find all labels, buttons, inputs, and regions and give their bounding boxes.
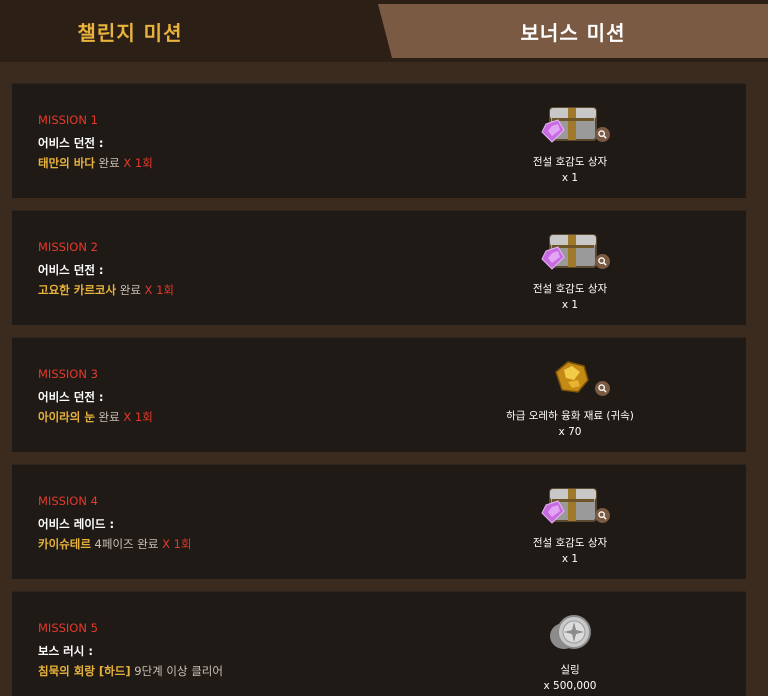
reward-name: 하급 오레하 융화 재료 (귀속) xyxy=(506,410,634,422)
chest-icon xyxy=(538,98,610,150)
reward: 전설 호감도 상자 x 1 xyxy=(482,98,658,184)
mission-info: MISSION 5 보스 러시 : 침묵의 회랑 [하드] 9단계 이상 클리어 xyxy=(38,621,223,679)
mission-description: 카이슈테르 4페이즈 완료 X 1회 xyxy=(38,536,192,552)
reward: 실링 x 500,000 xyxy=(482,606,658,692)
mission-card: MISSION 4 어비스 레이드 : 카이슈테르 4페이즈 완료 X 1회 전… xyxy=(12,464,746,579)
silver-coin-icon xyxy=(538,606,602,658)
mission-type: 어비스 던전 : xyxy=(38,136,104,150)
reward-name: 전설 호감도 상자 xyxy=(532,283,608,295)
mission-target: 태만의 바다 xyxy=(38,156,95,170)
mission-target: 침묵의 회랑 [하드] xyxy=(38,664,131,678)
tab-bonus-label: 보너스 미션 xyxy=(520,20,626,45)
reward: 전설 호감도 상자 x 1 xyxy=(482,479,658,565)
mission-card: MISSION 3 어비스 던전 : 아이라의 눈 완료 X 1회 하급 오레하… xyxy=(12,337,746,452)
mission-label: MISSION 1 xyxy=(38,113,98,127)
mission-condition: 완료 xyxy=(94,156,120,170)
mission-type: 어비스 레이드 : xyxy=(38,517,115,531)
mission-count: X 1회 xyxy=(140,283,174,297)
mission-target: 카이슈테르 xyxy=(38,537,91,551)
mission-label: MISSION 5 xyxy=(38,621,98,635)
mission-count: X 1회 xyxy=(119,156,153,170)
ore-icon xyxy=(538,352,610,404)
reward-name: 전설 호감도 상자 xyxy=(532,156,608,168)
reward-name: 실링 xyxy=(560,664,580,676)
mission-condition: 완료 xyxy=(116,283,141,297)
magnifier-icon[interactable] xyxy=(595,508,610,523)
mission-label: MISSION 4 xyxy=(38,494,98,508)
magnifier-icon[interactable] xyxy=(595,254,610,269)
mission-label: MISSION 2 xyxy=(38,240,98,254)
mission-label: MISSION 3 xyxy=(38,367,98,381)
mission-info: MISSION 4 어비스 레이드 : 카이슈테르 4페이즈 완료 X 1회 xyxy=(38,494,192,552)
mission-target: 아이라의 눈 xyxy=(38,410,95,424)
mission-description: 아이라의 눈 완료 X 1회 xyxy=(38,409,153,425)
mission-count: X 1회 xyxy=(119,410,153,424)
reward: 하급 오레하 융화 재료 (귀속) x 70 xyxy=(482,352,658,438)
mission-condition: 4페이즈 완료 xyxy=(90,537,159,551)
reward: 전설 호감도 상자 x 1 xyxy=(482,225,658,311)
mission-target: 고요한 카르코사 xyxy=(38,283,117,297)
mission-card: MISSION 5 보스 러시 : 침묵의 회랑 [하드] 9단계 이상 클리어… xyxy=(12,591,746,696)
mission-info: MISSION 2 어비스 던전 : 고요한 카르코사 완료 X 1회 xyxy=(38,240,174,298)
mission-description: 고요한 카르코사 완료 X 1회 xyxy=(38,282,174,298)
tab-challenge-label: 챌린지 미션 xyxy=(77,20,183,45)
mission-card: MISSION 2 어비스 던전 : 고요한 카르코사 완료 X 1회 전설 호… xyxy=(12,210,746,325)
mission-condition: 완료 xyxy=(94,410,120,424)
mission-info: MISSION 3 어비스 던전 : 아이라의 눈 완료 X 1회 xyxy=(38,367,153,425)
magnifier-icon[interactable] xyxy=(595,381,610,396)
magnifier-icon[interactable] xyxy=(595,127,610,142)
mission-card: MISSION 1 어비스 던전 : 태만의 바다 완료 X 1회 전설 호감도… xyxy=(12,83,746,198)
chest-icon xyxy=(538,225,610,277)
tab-challenge-mission[interactable]: 챌린지 미션 xyxy=(0,0,430,62)
mission-description: 침묵의 회랑 [하드] 9단계 이상 클리어 xyxy=(38,663,223,679)
reward-quantity: x 500,000 xyxy=(543,680,597,692)
tab-bar: 챌린지 미션 보너스 미션 xyxy=(0,0,768,62)
mission-type: 어비스 던전 : xyxy=(38,390,104,404)
mission-info: MISSION 1 어비스 던전 : 태만의 바다 완료 X 1회 xyxy=(38,113,153,171)
reward-name: 전설 호감도 상자 xyxy=(532,537,608,549)
mission-type: 어비스 던전 : xyxy=(38,263,104,277)
reward-quantity: x 1 xyxy=(561,172,579,184)
chest-icon xyxy=(538,479,610,531)
mission-description: 태만의 바다 완료 X 1회 xyxy=(38,155,153,171)
mission-count: X 1회 xyxy=(158,537,192,551)
reward-quantity: x 1 xyxy=(561,553,579,565)
reward-quantity: x 70 xyxy=(558,426,582,438)
reward-quantity: x 1 xyxy=(561,299,579,311)
mission-list: MISSION 1 어비스 던전 : 태만의 바다 완료 X 1회 전설 호감도… xyxy=(0,62,768,696)
tab-bonus-mission[interactable]: 보너스 미션 xyxy=(378,4,768,58)
mission-type: 보스 러시 : xyxy=(38,644,93,658)
mission-condition: 9단계 이상 클리어 xyxy=(130,664,223,678)
